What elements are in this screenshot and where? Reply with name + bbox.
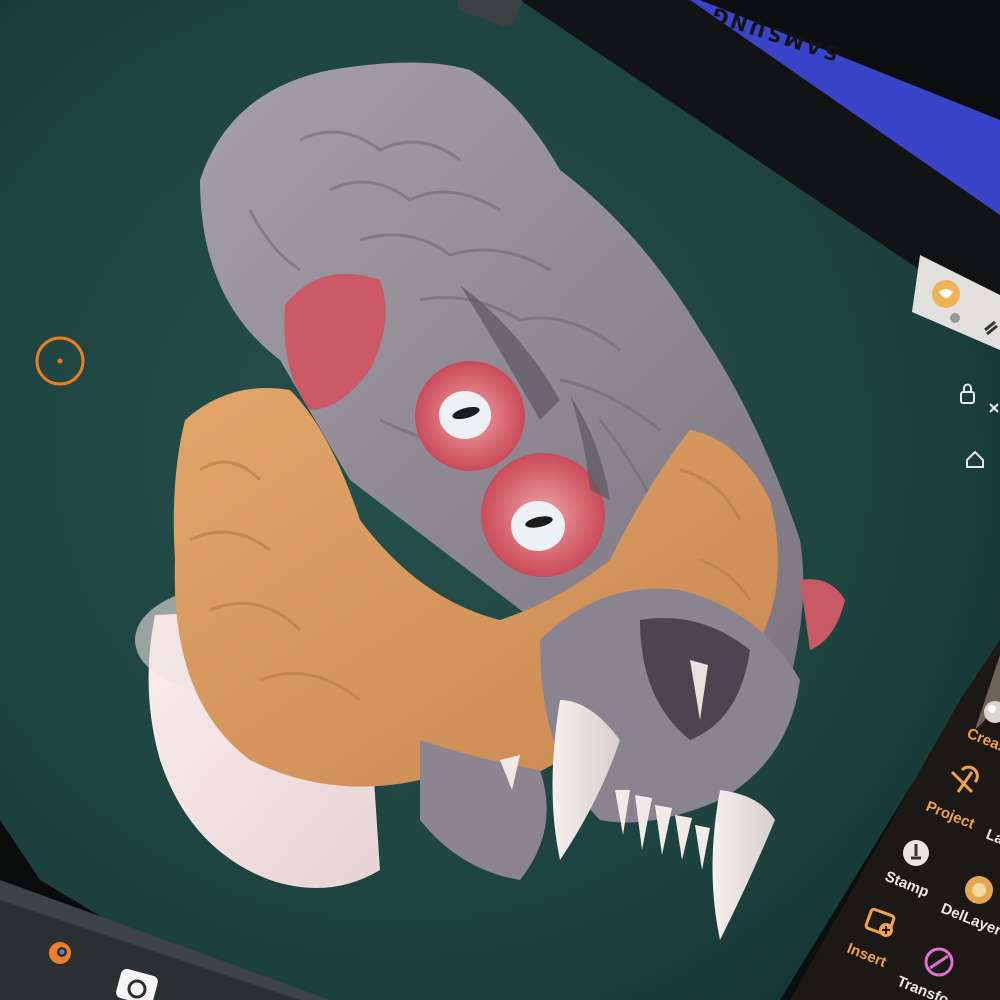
blender-taskbar-icon[interactable] [49, 942, 71, 964]
photo-of-screen: SAMSUNG Crease Project La Stamp DelLayer… [0, 0, 1000, 1000]
model-eye-lower [481, 453, 605, 577]
screen-svg: SAMSUNG Crease Project La Stamp DelLayer… [0, 0, 1000, 1000]
model-eye-upper [415, 361, 525, 471]
